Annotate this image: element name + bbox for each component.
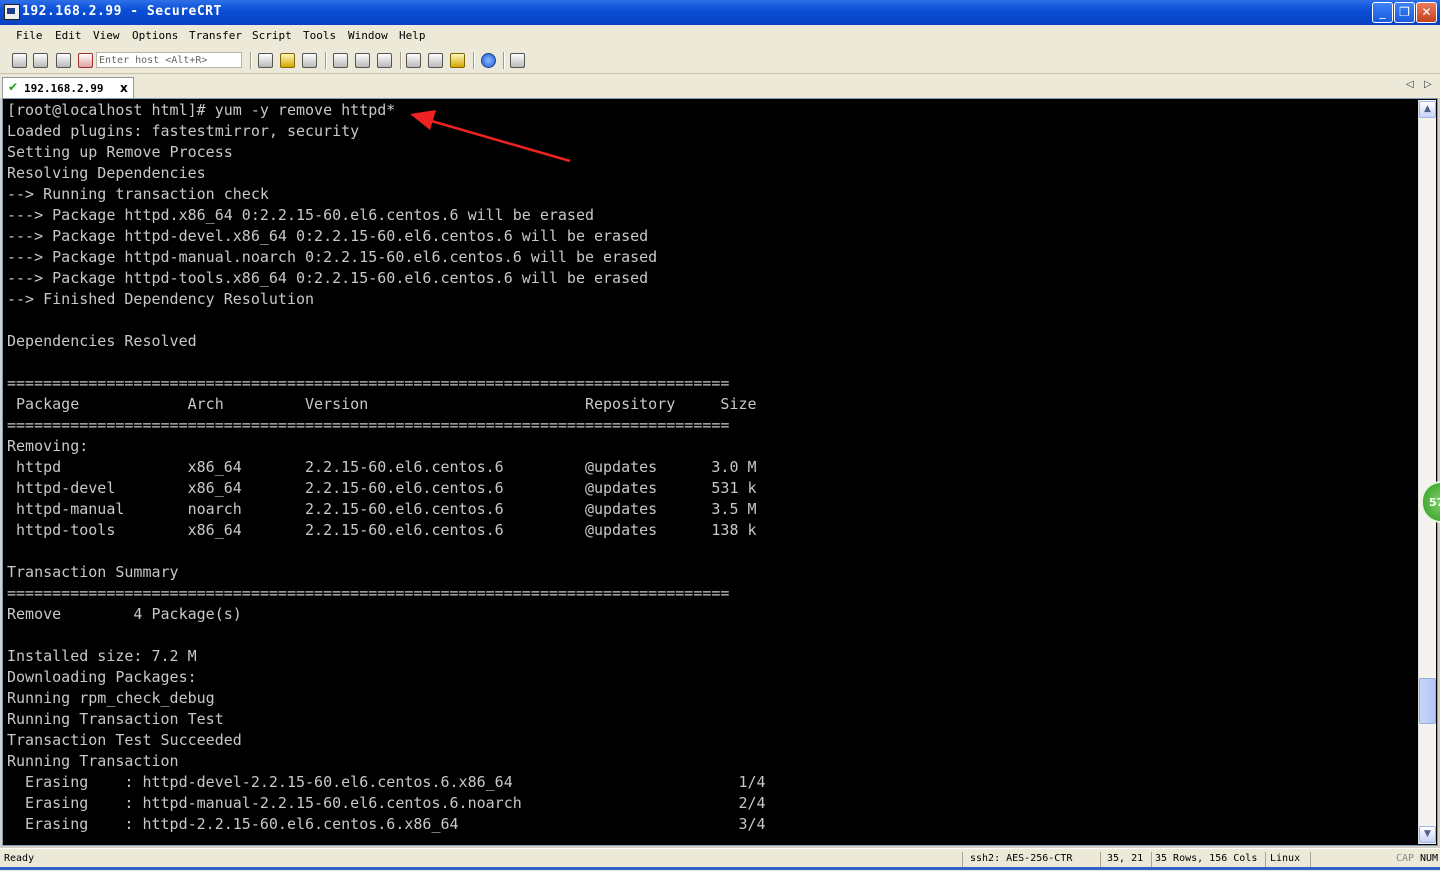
print-setup-icon[interactable] <box>377 53 392 68</box>
help-icon[interactable] <box>481 53 496 68</box>
tab-scroll-left-icon[interactable]: ◁ <box>1406 79 1414 90</box>
copy-icon[interactable] <box>258 53 273 68</box>
status-separator <box>1310 852 1311 867</box>
securecrt-app-icon[interactable] <box>4 4 20 20</box>
scroll-down-icon[interactable]: ▼ <box>1419 826 1436 843</box>
status-separator <box>962 852 963 867</box>
menu-edit[interactable]: Edit <box>55 29 82 42</box>
toolbar-separator <box>503 52 505 69</box>
toolbar-separator <box>325 52 327 69</box>
status-cap: CAP <box>1396 853 1415 864</box>
global-options-icon[interactable] <box>428 53 443 68</box>
status-num: NUM <box>1420 853 1439 864</box>
status-os: Linux <box>1270 853 1301 864</box>
minimize-button[interactable]: _ <box>1372 2 1393 23</box>
menu-window[interactable]: Window <box>348 29 388 42</box>
status-separator <box>1100 852 1101 867</box>
close-button[interactable]: ✕ <box>1416 2 1437 23</box>
status-ready: Ready <box>4 853 35 864</box>
scroll-thumb[interactable] <box>1419 678 1436 724</box>
menu-script[interactable]: Script <box>252 29 292 42</box>
connected-check-icon: ✔ <box>8 80 19 94</box>
session-tab-label: 192.168.2.99 <box>24 82 104 95</box>
window-title: 192.168.2.99 - SecureCRT <box>22 4 222 19</box>
print-icon[interactable] <box>333 53 348 68</box>
terminal-scrollbar[interactable]: ▲ ▼ <box>1418 100 1436 844</box>
quick-connect-icon[interactable] <box>33 53 48 68</box>
status-separator <box>1151 852 1152 867</box>
tab-bar: ✔ 192.168.2.99 x <box>0 74 1440 98</box>
status-size: 35 Rows, 156 Cols <box>1155 853 1258 864</box>
maximize-button[interactable]: ❐ <box>1394 2 1415 23</box>
connect-icon[interactable] <box>12 53 27 68</box>
menu-bar: File Edit View Options Transfer Script T… <box>0 25 1440 47</box>
lock-icon[interactable] <box>510 53 525 68</box>
session-options-icon[interactable] <box>406 53 421 68</box>
scroll-up-icon[interactable]: ▲ <box>1419 101 1436 118</box>
menu-file[interactable]: File <box>16 29 43 42</box>
toolbar-separator <box>400 52 402 69</box>
paste-icon[interactable] <box>280 53 295 68</box>
tab-close-icon[interactable]: x <box>120 81 128 95</box>
toolbar-separator <box>250 52 252 69</box>
disconnect-icon[interactable] <box>78 53 93 68</box>
tab-scroll-right-icon[interactable]: ▷ <box>1424 79 1432 90</box>
print-selection-icon[interactable] <box>355 53 370 68</box>
menu-view[interactable]: View <box>93 29 120 42</box>
status-cipher: ssh2: AES-256-CTR <box>970 853 1073 864</box>
status-separator <box>1265 852 1266 867</box>
status-cursor: 35, 21 <box>1107 853 1144 864</box>
reconnect-icon[interactable] <box>56 53 71 68</box>
keymap-icon[interactable] <box>450 53 465 68</box>
terminal-output: [root@localhost html]# yum -y remove htt… <box>7 101 766 833</box>
menu-tools[interactable]: Tools <box>303 29 336 42</box>
toolbar-separator <box>473 52 475 69</box>
menu-options[interactable]: Options <box>132 29 178 42</box>
session-tab[interactable]: ✔ 192.168.2.99 x <box>2 77 134 98</box>
find-icon[interactable] <box>302 53 317 68</box>
menu-transfer[interactable]: Transfer <box>189 29 242 42</box>
menu-help[interactable]: Help <box>399 29 426 42</box>
terminal-screen[interactable]: [root@localhost html]# yum -y remove htt… <box>4 100 1416 844</box>
title-bar[interactable]: 192.168.2.99 - SecureCRT _ ❐ ✕ <box>0 0 1440 25</box>
enter-host-input[interactable] <box>96 52 242 68</box>
